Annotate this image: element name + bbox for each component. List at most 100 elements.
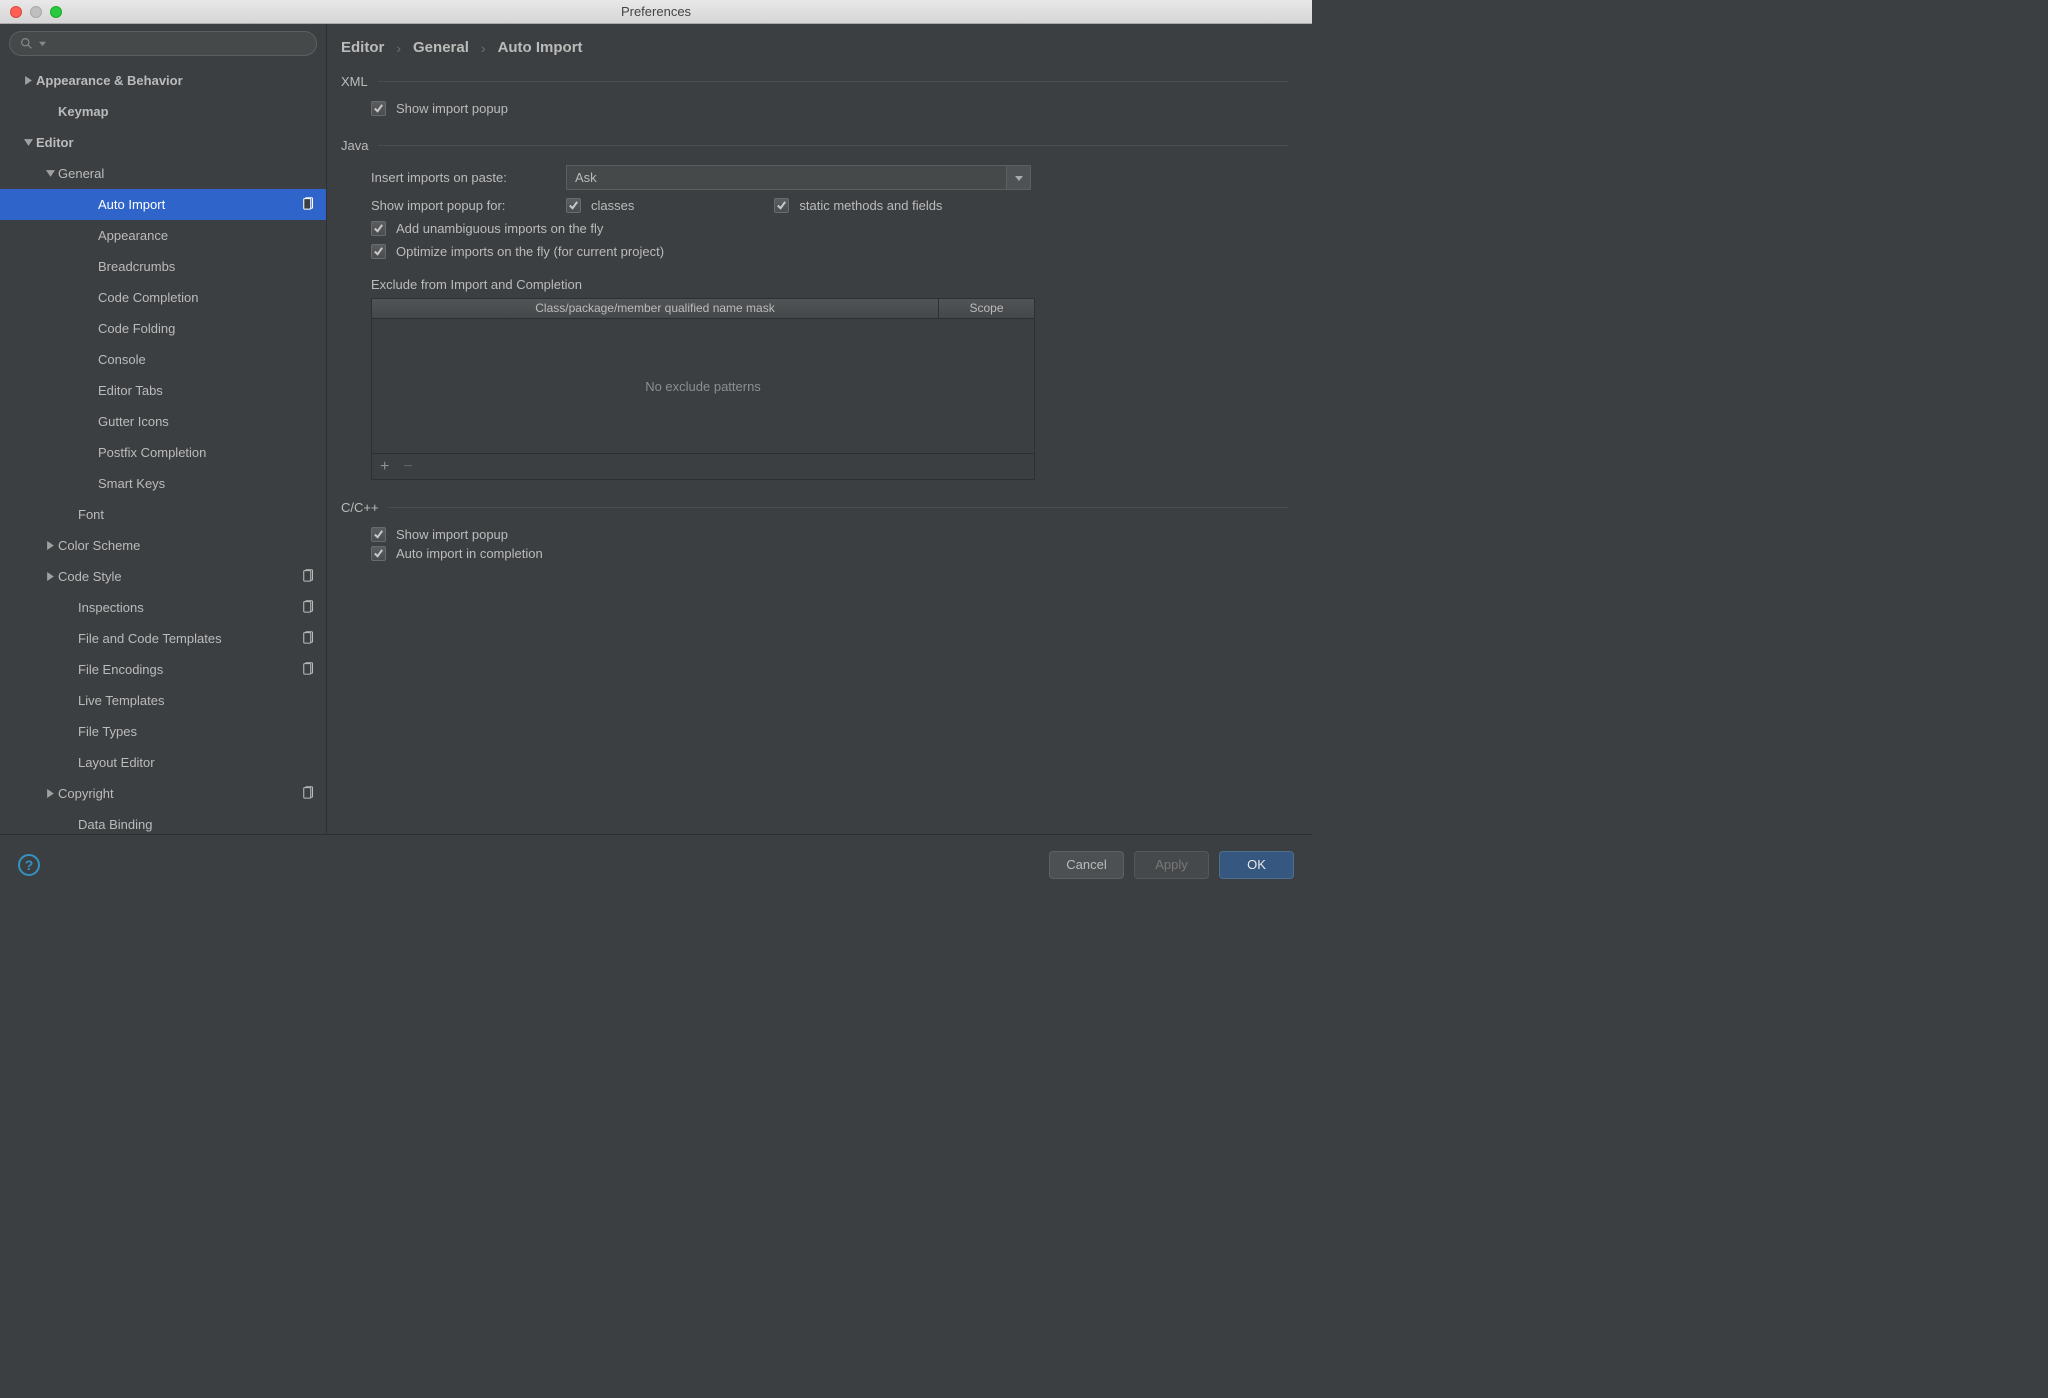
column-scope-header[interactable]: Scope <box>939 299 1034 318</box>
project-scope-icon <box>302 568 316 585</box>
window-title: Preferences <box>0 4 1312 19</box>
sidebar-item-breadcrumbs[interactable]: Breadcrumbs <box>0 251 326 282</box>
sidebar-item-label: Layout Editor <box>78 755 155 770</box>
sidebar-item-file-types[interactable]: File Types <box>0 716 326 747</box>
sidebar-item-code-folding[interactable]: Code Folding <box>0 313 326 344</box>
sidebar-item-auto-import[interactable]: Auto Import <box>0 189 326 220</box>
exclude-table: Class/package/member qualified name mask… <box>371 298 1035 480</box>
sidebar-item-appearance-behavior[interactable]: Appearance & Behavior <box>0 65 326 96</box>
xml-show-popup-checkbox[interactable] <box>371 101 386 116</box>
popup-for-label: Show import popup for: <box>371 198 556 213</box>
main-panel: Editor › General › Auto Import XML Show … <box>327 24 1312 834</box>
add-icon[interactable]: + <box>380 459 389 475</box>
dropdown-arrow-icon <box>1006 166 1030 189</box>
sidebar-item-appearance[interactable]: Appearance <box>0 220 326 251</box>
cancel-button[interactable]: Cancel <box>1049 851 1124 879</box>
section-xml: XML <box>341 74 1288 89</box>
project-scope-icon <box>302 785 316 802</box>
sidebar-item-code-style[interactable]: Code Style <box>0 561 326 592</box>
sidebar-item-label: File Encodings <box>78 662 163 677</box>
optimize-checkbox[interactable] <box>371 244 386 259</box>
sidebar-item-label: Console <box>98 352 146 367</box>
sidebar-item-label: Appearance <box>98 228 168 243</box>
cpp-auto-import-checkbox[interactable] <box>371 546 386 561</box>
sidebar-item-color-scheme[interactable]: Color Scheme <box>0 530 326 561</box>
chevron-down-icon <box>39 40 46 47</box>
chevron-right-icon: › <box>396 40 401 56</box>
sidebar: Appearance & Behavior Keymap Editor General… <box>0 24 327 834</box>
section-cpp: C/C++ <box>341 500 1288 515</box>
sidebar-item-label: Live Templates <box>78 693 164 708</box>
sidebar-item-smart-keys[interactable]: Smart Keys <box>0 468 326 499</box>
chevron-down-icon <box>20 138 36 147</box>
sidebar-item-editor-tabs[interactable]: Editor Tabs <box>0 375 326 406</box>
sidebar-item-data-binding[interactable]: Data Binding <box>0 809 326 834</box>
sidebar-item-label: Copyright <box>58 786 114 801</box>
window-minimize-icon <box>30 6 42 18</box>
sidebar-item-font[interactable]: Font <box>0 499 326 530</box>
sidebar-item-console[interactable]: Console <box>0 344 326 375</box>
sidebar-item-label: Smart Keys <box>98 476 165 491</box>
sidebar-item-label: Color Scheme <box>58 538 140 553</box>
sidebar-item-code-completion[interactable]: Code Completion <box>0 282 326 313</box>
project-scope-icon <box>302 599 316 616</box>
classes-checkbox[interactable] <box>566 198 581 213</box>
window-zoom-icon[interactable] <box>50 6 62 18</box>
sidebar-item-label: Appearance & Behavior <box>36 73 183 88</box>
sidebar-item-label: Editor <box>36 135 74 150</box>
unambiguous-checkbox[interactable] <box>371 221 386 236</box>
chevron-right-icon <box>20 76 36 85</box>
footer: ? Cancel Apply OK <box>0 834 1312 894</box>
sidebar-item-label: Code Completion <box>98 290 198 305</box>
exclude-label: Exclude from Import and Completion <box>341 263 1288 298</box>
sidebar-item-label: Breadcrumbs <box>98 259 175 274</box>
chevron-right-icon <box>42 789 58 798</box>
project-scope-icon <box>302 661 316 678</box>
breadcrumb-item[interactable]: General <box>413 39 469 56</box>
sidebar-item-copyright[interactable]: Copyright <box>0 778 326 809</box>
xml-show-popup-label: Show import popup <box>396 101 508 116</box>
ok-button[interactable]: OK <box>1219 851 1294 879</box>
sidebar-item-label: File Types <box>78 724 137 739</box>
chevron-right-icon <box>42 541 58 550</box>
exclude-empty-text: No exclude patterns <box>372 319 1034 453</box>
settings-tree: Appearance & Behavior Keymap Editor General… <box>0 63 326 834</box>
insert-imports-label: Insert imports on paste: <box>371 170 556 185</box>
project-scope-icon <box>302 196 316 213</box>
sidebar-item-editor[interactable]: Editor <box>0 127 326 158</box>
sidebar-item-label: Code Folding <box>98 321 175 336</box>
sidebar-item-general[interactable]: General <box>0 158 326 189</box>
sidebar-item-label: Code Style <box>58 569 122 584</box>
chevron-right-icon: › <box>481 40 486 56</box>
sidebar-item-label: General <box>58 166 104 181</box>
search-input[interactable] <box>9 31 317 56</box>
breadcrumb: Editor › General › Auto Import <box>341 39 1288 56</box>
apply-button: Apply <box>1134 851 1209 879</box>
window-close-icon[interactable] <box>10 6 22 18</box>
project-scope-icon <box>302 630 316 647</box>
cpp-show-popup-checkbox[interactable] <box>371 527 386 542</box>
chevron-down-icon <box>42 169 58 178</box>
column-name-header[interactable]: Class/package/member qualified name mask <box>372 299 939 318</box>
section-java: Java <box>341 138 1288 153</box>
chevron-right-icon <box>42 572 58 581</box>
sidebar-item-inspections[interactable]: Inspections <box>0 592 326 623</box>
insert-imports-select[interactable]: Ask <box>566 165 1031 190</box>
help-icon[interactable]: ? <box>18 854 40 876</box>
sidebar-item-label: Data Binding <box>78 817 152 832</box>
breadcrumb-item: Auto Import <box>498 39 583 56</box>
static-checkbox[interactable] <box>774 198 789 213</box>
sidebar-item-postfix-completion[interactable]: Postfix Completion <box>0 437 326 468</box>
sidebar-item-layout-editor[interactable]: Layout Editor <box>0 747 326 778</box>
breadcrumb-item[interactable]: Editor <box>341 39 384 56</box>
sidebar-item-file-and-code-templates[interactable]: File and Code Templates <box>0 623 326 654</box>
remove-icon: − <box>403 459 412 475</box>
sidebar-item-file-encodings[interactable]: File Encodings <box>0 654 326 685</box>
sidebar-item-label: File and Code Templates <box>78 631 222 646</box>
sidebar-item-label: Gutter Icons <box>98 414 169 429</box>
sidebar-item-label: Inspections <box>78 600 144 615</box>
titlebar: Preferences <box>0 0 1312 24</box>
sidebar-item-live-templates[interactable]: Live Templates <box>0 685 326 716</box>
sidebar-item-keymap[interactable]: Keymap <box>0 96 326 127</box>
sidebar-item-gutter-icons[interactable]: Gutter Icons <box>0 406 326 437</box>
